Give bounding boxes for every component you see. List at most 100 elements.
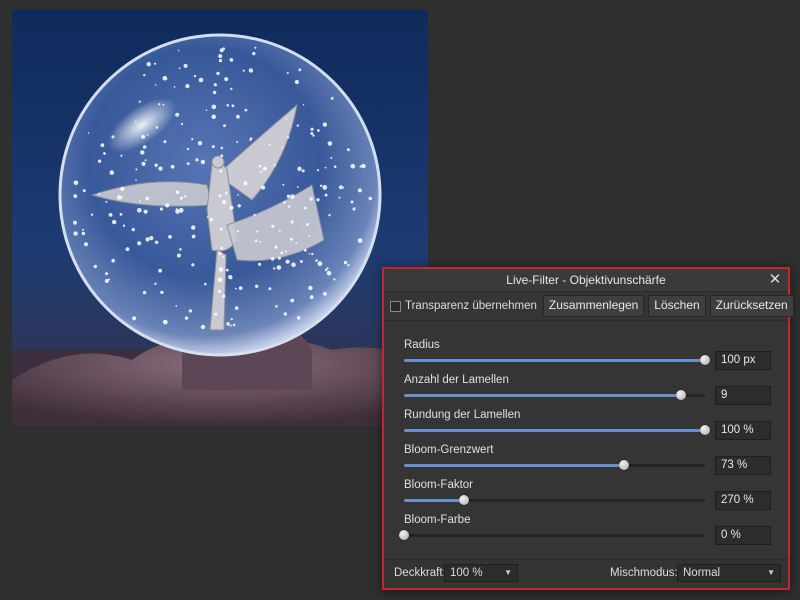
snow-speck bbox=[277, 256, 281, 260]
snow-speck bbox=[316, 169, 320, 172]
slider-track[interactable] bbox=[404, 390, 705, 400]
snow-speck bbox=[330, 97, 334, 100]
slider-knob[interactable] bbox=[618, 460, 629, 470]
blend-mode-dropdown[interactable]: Normal ▼ bbox=[677, 564, 781, 582]
snow-speck bbox=[142, 290, 147, 295]
snow-speck bbox=[105, 272, 109, 276]
slider-knob[interactable] bbox=[675, 390, 686, 400]
snow-speck bbox=[178, 67, 181, 70]
blend-mode-label: Mischmodus: bbox=[610, 567, 678, 579]
snow-speck bbox=[219, 48, 224, 53]
snow-speck bbox=[322, 185, 328, 190]
slider-knob[interactable] bbox=[700, 425, 710, 435]
param-value-field[interactable]: 270 % bbox=[715, 491, 771, 510]
snow-speck bbox=[218, 267, 224, 272]
snow-speck bbox=[134, 120, 137, 123]
snow-speck bbox=[242, 69, 245, 72]
snow-speck bbox=[104, 279, 109, 283]
snow-speck bbox=[153, 62, 157, 65]
snow-speck bbox=[183, 63, 188, 68]
param-bloom-color: Bloom-Farbe 0 % bbox=[384, 514, 788, 549]
snow-speck bbox=[330, 157, 333, 159]
snow-speck bbox=[146, 134, 149, 136]
transparency-checkbox[interactable] bbox=[390, 300, 401, 312]
slider-knob[interactable] bbox=[700, 355, 710, 365]
snow-speck bbox=[81, 231, 86, 236]
param-value-field[interactable]: 100 % bbox=[715, 421, 771, 440]
param-value-field[interactable]: 100 px bbox=[715, 351, 771, 370]
dialog-toolbar: Transparenz übernehmen Zusammenlegen Lös… bbox=[384, 292, 794, 321]
snow-speck bbox=[223, 124, 226, 128]
snow-speck bbox=[302, 103, 305, 106]
slider-fill bbox=[404, 499, 465, 502]
snow-speck bbox=[286, 136, 290, 139]
param-radius: Radius 100 px bbox=[384, 339, 788, 374]
snow-speck bbox=[323, 291, 327, 296]
merge-button[interactable]: Zusammenlegen bbox=[542, 295, 645, 317]
slider-track[interactable] bbox=[404, 460, 705, 470]
reset-button[interactable]: Zurücksetzen bbox=[709, 295, 794, 317]
snow-speck bbox=[285, 259, 290, 264]
snow-speck bbox=[236, 114, 240, 119]
snow-speck bbox=[142, 145, 147, 149]
snow-speck bbox=[144, 159, 147, 162]
snow-speck bbox=[191, 234, 196, 239]
param-label: Bloom-Farbe bbox=[404, 514, 471, 526]
snow-speck bbox=[191, 138, 194, 141]
snow-speck bbox=[268, 143, 271, 146]
slider-track[interactable] bbox=[404, 495, 705, 505]
snow-speck bbox=[311, 252, 314, 256]
snow-speck bbox=[112, 219, 117, 225]
slider-fill bbox=[404, 464, 624, 467]
snow-speck bbox=[286, 194, 291, 199]
slider-track[interactable] bbox=[404, 355, 710, 365]
snow-speck bbox=[135, 168, 138, 171]
slider-knob[interactable] bbox=[399, 530, 409, 540]
snow-speck bbox=[222, 200, 227, 205]
slider-track[interactable] bbox=[399, 530, 705, 540]
snow-speck bbox=[180, 122, 184, 126]
chevron-down-icon: ▼ bbox=[504, 568, 512, 577]
close-icon[interactable]: ✕ bbox=[766, 269, 784, 291]
snow-speck bbox=[271, 224, 275, 228]
snow-speck bbox=[139, 200, 141, 203]
delete-button[interactable]: Löschen bbox=[648, 295, 706, 317]
snow-speck bbox=[259, 240, 262, 243]
snow-speck bbox=[230, 87, 233, 91]
snow-speck bbox=[220, 146, 224, 150]
snow-speck bbox=[295, 242, 298, 245]
snow-speck bbox=[322, 122, 328, 127]
snow-speck bbox=[211, 114, 216, 120]
snow-speck bbox=[347, 264, 350, 267]
filter-parameters: Radius 100 px Anzahl der Lamellen 9 Rund… bbox=[384, 321, 788, 549]
dialog-footer: Deckkraft: 100 % ▼ Mischmodus: Normal ▼ bbox=[384, 559, 788, 588]
transparency-option[interactable]: Transparenz übernehmen bbox=[390, 300, 537, 312]
dialog-title: Live-Filter - Objektivunschärfe bbox=[506, 273, 666, 287]
snow-speck bbox=[229, 324, 232, 327]
dialog-titlebar[interactable]: Live-Filter - Objektivunschärfe ✕ bbox=[384, 269, 788, 292]
snow-speck bbox=[211, 104, 217, 110]
snow-speck bbox=[221, 255, 224, 258]
snow-speck bbox=[119, 213, 123, 216]
snow-speck bbox=[338, 196, 341, 199]
param-bloom-threshold: Bloom-Grenzwert 73 % bbox=[384, 444, 788, 479]
snow-speck bbox=[120, 196, 123, 199]
snow-speck bbox=[82, 189, 86, 193]
param-value-field[interactable]: 9 bbox=[715, 386, 771, 405]
snow-speck bbox=[217, 277, 223, 283]
snow-speck bbox=[224, 77, 229, 82]
snow-speck bbox=[149, 236, 154, 241]
opacity-dropdown[interactable]: 100 % ▼ bbox=[444, 564, 518, 582]
snow-speck bbox=[193, 74, 197, 78]
snow-speck bbox=[312, 134, 315, 137]
snow-speck bbox=[260, 170, 263, 174]
snow-speck bbox=[198, 77, 204, 83]
snow-speck bbox=[97, 159, 102, 163]
slider-knob[interactable] bbox=[459, 495, 470, 505]
snow-speck bbox=[299, 260, 303, 263]
param-value-field[interactable]: 0 % bbox=[715, 526, 771, 545]
slider-fill bbox=[404, 429, 705, 432]
snow-speck bbox=[263, 166, 267, 171]
slider-track[interactable] bbox=[404, 425, 710, 435]
param-value-field[interactable]: 73 % bbox=[715, 456, 771, 475]
